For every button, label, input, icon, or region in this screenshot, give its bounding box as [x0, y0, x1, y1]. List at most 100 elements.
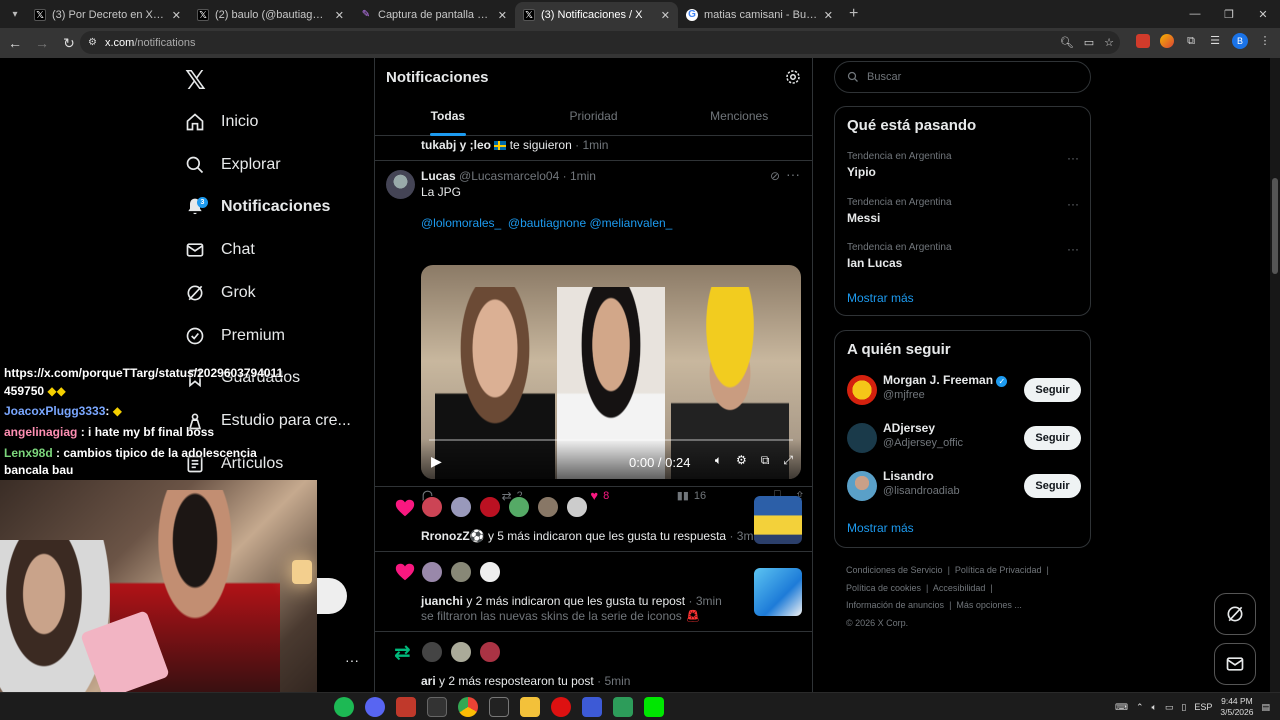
tray-expand-icon[interactable]: ⌃ — [1136, 702, 1144, 713]
close-window-icon[interactable]: ✕ — [1246, 8, 1280, 21]
menu-kebab-icon[interactable]: ⋮ — [1258, 34, 1272, 48]
kick-icon[interactable] — [644, 697, 664, 717]
spotify-icon[interactable] — [334, 697, 354, 717]
reload-icon[interactable]: ↻ — [57, 35, 81, 52]
avatar[interactable] — [386, 170, 415, 199]
follow-notification-row[interactable]: tukabj y ;leo te siguieron · 1min — [375, 136, 812, 161]
nav-grok[interactable]: Grok — [185, 278, 256, 308]
post-notification[interactable]: Lucas @Lucasmarcelo04 · 1min ⊘ ··· La JP… — [375, 161, 812, 503]
footer-link[interactable]: Política de Privacidad — [955, 565, 1042, 575]
app-icon[interactable] — [613, 697, 633, 717]
avatar[interactable] — [421, 561, 443, 583]
more-options-icon[interactable]: ··· — [1067, 151, 1079, 165]
footer-link[interactable]: Condiciones de Servicio — [846, 565, 943, 575]
network-icon[interactable]: ▭ — [1165, 702, 1174, 713]
grok-explain-icon[interactable]: ⊘ — [770, 169, 780, 183]
liker-name[interactable]: juanchi — [421, 594, 463, 608]
extension-icon[interactable] — [1136, 34, 1150, 48]
liker-name[interactable]: RronozZ — [421, 529, 470, 543]
video-player[interactable]: ▶ 0:00 / 0:24 🔈︎ ⚙ ⧉ ⤢ — [421, 265, 801, 479]
close-tab-icon[interactable]: ✕ — [661, 9, 670, 22]
pip-icon[interactable]: ⧉ — [761, 453, 770, 468]
notification-center-icon[interactable]: ▤ — [1261, 702, 1270, 713]
close-tab-icon[interactable]: ✕ — [172, 9, 181, 22]
avatar[interactable] — [421, 496, 443, 518]
obs-icon[interactable] — [427, 697, 447, 717]
account-more-icon[interactable]: ··· — [345, 652, 359, 668]
voicemeeter-icon[interactable] — [396, 697, 416, 717]
profile-avatar[interactable]: B — [1232, 33, 1248, 49]
trend-item[interactable]: Tendencia en Argentina Ian Lucas ··· — [847, 242, 1079, 270]
post-mentions[interactable]: @lolomorales_ @bautiagnone @melianvalen_ — [421, 216, 672, 230]
keyboard-icon[interactable]: ⌨ — [1115, 702, 1128, 713]
reposter-name[interactable]: ari — [421, 674, 436, 688]
extension-icon[interactable] — [1160, 34, 1174, 48]
show-more-trends-link[interactable]: Mostrar más — [847, 291, 914, 305]
reading-list-icon[interactable]: ☰ — [1208, 34, 1222, 48]
new-tab-button[interactable]: + — [849, 5, 858, 23]
app-icon[interactable] — [489, 697, 509, 717]
browser-tab-1[interactable]: 𝕏 (3) Por Decreto en X: ""A mi no ✕ — [26, 2, 189, 28]
tab-search-icon[interactable]: ▾ — [4, 4, 26, 24]
video-settings-icon[interactable]: ⚙ — [736, 453, 747, 468]
follow-suggestion[interactable]: Morgan J. Freeman ✓ @mjfree Seguir — [847, 373, 1081, 409]
battery-icon[interactable]: ▯ — [1181, 702, 1186, 713]
timestamp[interactable]: 1min — [570, 169, 596, 183]
more-options-icon[interactable]: ··· — [1067, 197, 1079, 211]
close-tab-icon[interactable]: ✕ — [824, 9, 833, 22]
nav-home[interactable]: Inicio — [185, 107, 258, 137]
more-options-icon[interactable]: ··· — [1067, 242, 1079, 256]
post-author-handle[interactable]: @Lucasmarcelo04 — [459, 169, 559, 183]
play-icon[interactable]: ▶ — [431, 453, 442, 470]
bookmark-star-icon[interactable]: ☆ — [1104, 36, 1114, 49]
follow-button[interactable]: Seguir — [1024, 378, 1081, 402]
footer-link[interactable]: Información de anuncios — [846, 600, 944, 610]
more-options-icon[interactable]: ··· — [786, 166, 800, 182]
back-icon[interactable]: ← — [3, 35, 27, 51]
avatar[interactable] — [847, 375, 877, 405]
retweet-notification-row[interactable]: ⇄ ari y 2 más respostearon tu post · 5mi… — [375, 632, 812, 692]
volume-icon[interactable]: 🔈︎ — [715, 453, 722, 468]
avatar[interactable] — [847, 423, 877, 453]
post-thumbnail[interactable] — [754, 496, 802, 544]
like-notification-row[interactable]: RronozZ⚽ y 5 más indicaron que les gusta… — [375, 487, 812, 552]
avatar[interactable] — [508, 496, 530, 518]
browser-tab-4-active[interactable]: 𝕏 (3) Notificaciones / X ✕ — [515, 2, 678, 28]
repost-like-notification-row[interactable]: juanchi y 2 más indicaron que les gusta … — [375, 552, 812, 632]
page-scrollbar[interactable] — [1270, 58, 1280, 692]
app-icon[interactable] — [582, 697, 602, 717]
zoom-icon[interactable]: 🔍︎ — [1060, 36, 1074, 49]
grok-fab-button[interactable] — [1214, 593, 1256, 635]
avatar[interactable] — [479, 496, 501, 518]
post-button-partial[interactable] — [317, 578, 347, 614]
avatar[interactable] — [566, 496, 588, 518]
follow-button[interactable]: Seguir — [1024, 426, 1081, 450]
tab-priority[interactable]: Prioridad — [521, 96, 667, 136]
nav-premium[interactable]: Premium — [185, 321, 285, 351]
avatar[interactable] — [479, 641, 501, 663]
avatar[interactable] — [479, 561, 501, 583]
file-explorer-icon[interactable] — [520, 697, 540, 717]
footer-link[interactable]: Accesibilidad — [933, 583, 986, 593]
search-input[interactable]: Buscar — [834, 61, 1091, 93]
avatar[interactable] — [847, 471, 877, 501]
nav-explore[interactable]: Explorar — [185, 150, 281, 180]
address-bar[interactable]: ⚙ x.com/notifications 🔍︎ ▭ ☆ — [80, 31, 1120, 54]
post-author-name[interactable]: Lucas — [421, 169, 456, 183]
restore-icon[interactable]: ❐ — [1212, 8, 1246, 21]
tab-all[interactable]: Todas — [375, 96, 521, 136]
minimize-icon[interactable]: — — [1178, 8, 1212, 20]
x-logo-icon[interactable]: 𝕏 — [185, 66, 206, 96]
browser-tab-3[interactable]: ✎ Captura de pantalla por Lightsh ✕ — [352, 2, 515, 28]
trend-item[interactable]: Tendencia en Argentina Yipio ··· — [847, 151, 1079, 179]
volume-icon[interactable]: 🔈︎ — [1152, 702, 1157, 713]
chrome-icon[interactable] — [458, 697, 478, 717]
discord-icon[interactable] — [365, 697, 385, 717]
avatar[interactable] — [450, 561, 472, 583]
opera-icon[interactable] — [551, 697, 571, 717]
language-indicator[interactable]: ESP — [1194, 702, 1212, 712]
trend-item[interactable]: Tendencia en Argentina Messi ··· — [847, 197, 1079, 225]
settings-gear-icon[interactable] — [784, 68, 802, 86]
post-thumbnail[interactable] — [754, 568, 802, 616]
clock[interactable]: 9:44 PM 3/5/2026 — [1220, 696, 1253, 718]
